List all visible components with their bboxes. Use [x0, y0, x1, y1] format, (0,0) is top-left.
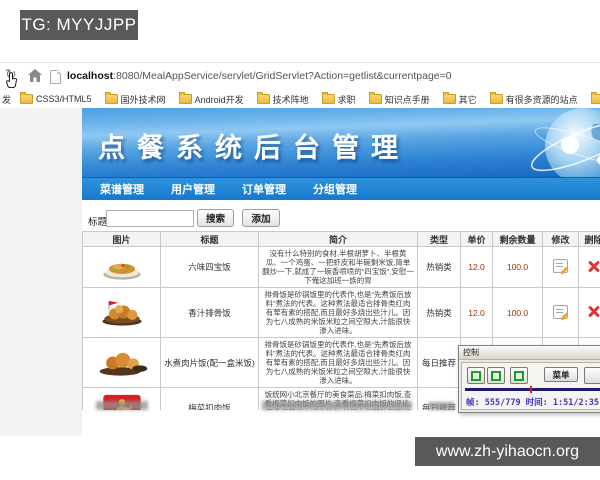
nav-item-group-mgmt[interactable]: 分组管理	[313, 181, 357, 197]
folder-icon	[368, 92, 382, 104]
bookmark-item[interactable]: 有很多资源的站点	[489, 92, 578, 106]
globe-graphic	[530, 108, 600, 177]
table-row: 香汁排骨饭 排骨饭是砂锅饭里的代表作,也是“先煮饭后放料”煮法的代表。这种煮法最…	[82, 287, 600, 338]
col-header-delete: 删除	[578, 231, 600, 247]
dish-type: 热销类	[417, 287, 461, 338]
folder-icon	[178, 92, 192, 104]
folder-icon	[256, 92, 270, 104]
dish-photo-cell	[82, 246, 161, 288]
control-window-body: 菜单 帧: 555/779 时间: 1:51/2:35	[461, 362, 600, 410]
bookmark-item[interactable]: 发	[2, 93, 11, 106]
dish-intro: 排骨饭是砂锅饭里的代表作,也是“先煮饭后放料”煮法的代表。这种煮法最适合排骨类红…	[258, 337, 418, 388]
app-banner: 点餐系统后台管理	[82, 108, 600, 177]
folder-icon	[442, 92, 456, 104]
dish-intro: 排骨饭是砂锅饭里的代表作,也是“先煮饭后放料”煮法的代表。这种煮法最适合排骨类红…	[258, 287, 418, 338]
table-row: 六味四宝饭 没有什么特别的食材,半根胡萝卜、半根黄瓜、一个鸡蛋、一把虾皮和半碗剩…	[82, 246, 600, 288]
extra-button[interactable]	[584, 367, 600, 384]
edit-cell	[542, 287, 579, 338]
media-button-2[interactable]	[487, 367, 505, 384]
home-icon[interactable]	[28, 69, 42, 87]
blur-patch	[428, 402, 454, 410]
dish-type: 每日推荐	[417, 337, 461, 388]
nav-item-order-mgmt[interactable]: 订单管理	[242, 181, 286, 197]
control-window: 控制 菜单 帧: 555/779 时间: 1:51/2:35	[458, 345, 600, 413]
dish-type: 热销类	[417, 246, 461, 288]
edit-icon[interactable]	[553, 259, 568, 273]
progress-slider[interactable]	[465, 386, 600, 393]
bookmark-item[interactable]: 国外技术网	[104, 92, 166, 106]
folder-icon	[104, 92, 118, 104]
tg-watermark-badge: TG: MYYJJPP	[20, 10, 138, 40]
media-glyph	[471, 370, 481, 381]
edit-icon[interactable]	[553, 304, 568, 319]
bookmark-item[interactable]: 求职	[321, 92, 356, 106]
left-gutter	[0, 108, 82, 436]
folder-icon	[321, 92, 335, 104]
col-header-intro: 简介	[258, 231, 418, 247]
blur-patch	[96, 401, 148, 410]
media-glyph	[514, 370, 524, 381]
control-window-titlebar[interactable]: 控制	[459, 346, 600, 360]
search-button[interactable]: 搜索	[197, 209, 234, 227]
title-filter-input[interactable]	[106, 210, 194, 227]
frame-time-status: 帧: 555/779 时间: 1:51/2:35	[466, 398, 599, 408]
dish-remaining: 100.0	[492, 246, 543, 288]
col-header-remaining: 剩余数量	[492, 231, 543, 247]
delete-icon[interactable]	[588, 260, 600, 272]
dish-title: 梅菜扣肉饭	[160, 387, 259, 410]
media-button-1[interactable]	[467, 367, 485, 384]
col-header-title: 标题	[160, 231, 259, 247]
bookmark-item[interactable]: 技术阵地	[256, 92, 309, 106]
bookmark-item[interactable]: IT前端资讯	[590, 92, 600, 106]
delete-cell	[578, 246, 600, 288]
dish-title: 香汁排骨饭	[160, 287, 259, 338]
edit-cell	[542, 246, 579, 288]
media-glyph	[491, 370, 501, 381]
dish-photo	[94, 349, 150, 377]
dish-price: 12.0	[460, 246, 493, 288]
url-path: :8080/MealAppService/servlet/GridServlet…	[113, 70, 452, 82]
browser-address-bar: ↻ localhost:8080/MealAppService/servlet/…	[0, 62, 600, 91]
dish-title: 水煮肉片饭(配一盒米饭)	[160, 337, 259, 388]
url-text[interactable]: localhost:8080/MealAppService/servlet/Gr…	[67, 70, 452, 82]
main-nav: 菜谱管理 用户管理 订单管理 分组管理	[82, 177, 600, 200]
dish-title: 六味四宝饭	[160, 246, 259, 288]
page-icon	[50, 70, 61, 84]
slider-tick	[530, 386, 533, 393]
media-button-3[interactable]	[510, 367, 528, 384]
bookmark-item[interactable]: 知识点手册	[368, 92, 430, 106]
col-header-edit: 修改	[542, 231, 579, 247]
dish-remaining: 100.0	[492, 287, 543, 338]
url-host: localhost	[67, 70, 114, 82]
screenshot-root: TG: MYYJJPP www.zh-yihaocn.org ↻ localho…	[0, 0, 600, 480]
table-header-row: 图片 标题 简介 类型 单价 剩余数量 修改 删除	[82, 231, 600, 247]
nav-item-menu-mgmt[interactable]: 菜谱管理	[100, 181, 144, 197]
delete-icon[interactable]	[588, 306, 600, 318]
page-title: 点餐系统后台管理	[98, 133, 410, 164]
dish-photo-cell	[82, 337, 161, 388]
col-header-image: 图片	[82, 231, 161, 247]
nav-item-user-mgmt[interactable]: 用户管理	[171, 181, 215, 197]
bookmark-item[interactable]: 其它	[442, 92, 477, 106]
site-watermark-badge: www.zh-yihaocn.org	[415, 437, 600, 466]
folder-icon	[20, 92, 34, 104]
folder-icon	[489, 92, 503, 104]
col-header-price: 单价	[460, 231, 493, 247]
dish-intro: 没有什么特别的食材,半根胡萝卜、半根黄瓜、一个鸡蛋、一把虾皮和半碗剩米饭,简单翻…	[258, 246, 418, 288]
dish-photo	[94, 253, 150, 281]
delete-cell	[578, 287, 600, 338]
folder-icon	[590, 92, 600, 104]
hand-cursor-icon	[6, 72, 19, 94]
bookmark-item[interactable]: Android开发	[178, 92, 244, 106]
blur-patch	[262, 401, 412, 410]
dish-photo-cell	[82, 287, 161, 338]
bookmark-item[interactable]: CSS3/HTML5	[20, 92, 92, 104]
dish-price: 12.0	[460, 287, 493, 338]
col-header-type: 类型	[417, 231, 461, 247]
bookmarks-bar: 发 CSS3/HTML5 国外技术网 Android开发 技术阵地 求职 知识点…	[0, 90, 600, 109]
dish-photo	[94, 299, 150, 327]
add-button[interactable]: 添加	[242, 209, 280, 227]
menu-button[interactable]: 菜单	[544, 367, 578, 382]
